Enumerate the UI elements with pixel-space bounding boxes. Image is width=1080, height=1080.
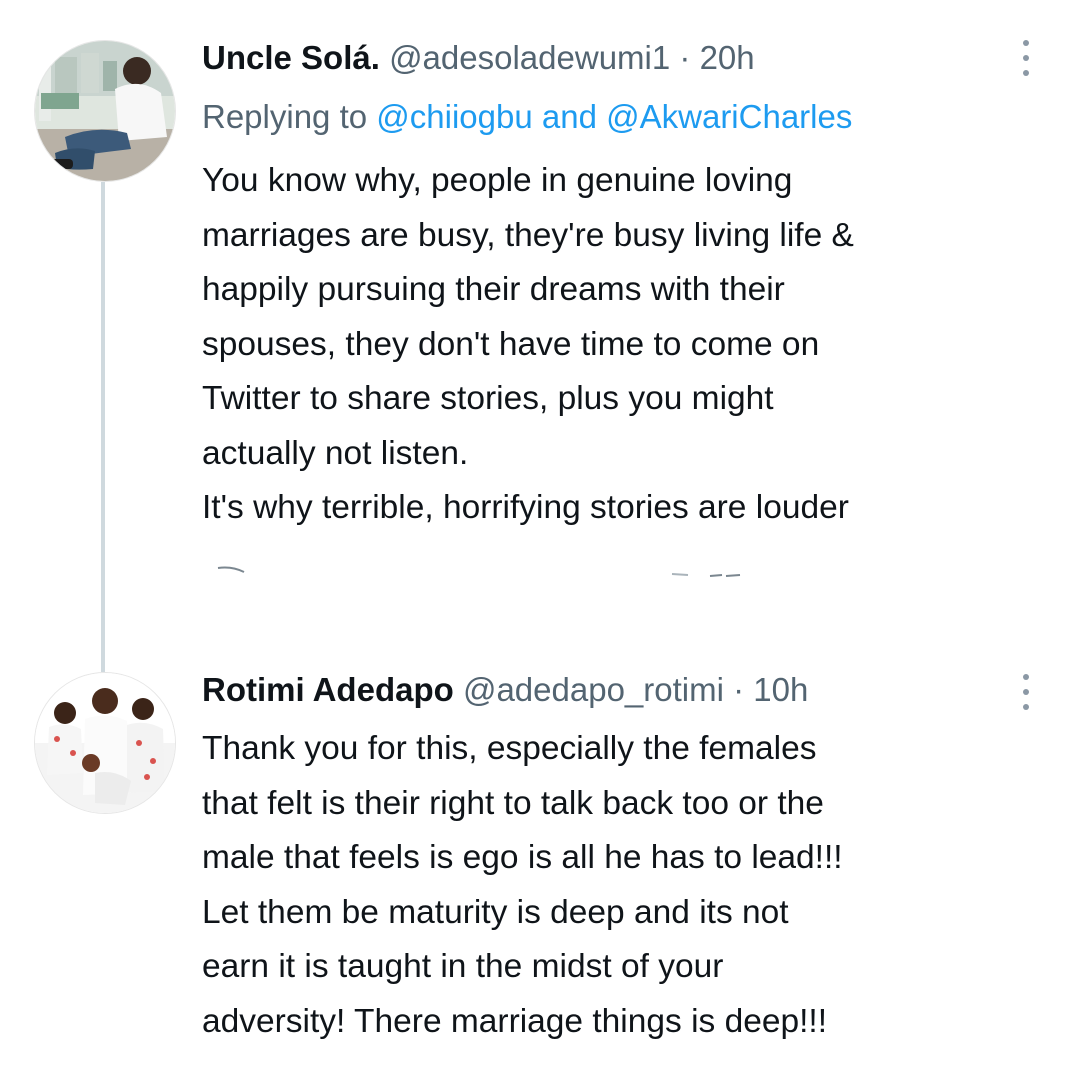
thread-connector-line [101,182,105,672]
tweet-text-line: that felt is their right to talk back to… [202,784,824,822]
timestamp[interactable]: 20h [700,39,755,76]
mention-link[interactable]: @AkwariCharles [606,98,852,135]
more-vertical-icon[interactable] [1016,672,1036,712]
tweet-text-line: earn it is taught in the midst of your [202,948,724,985]
tweet-text-line: happily pursuing their dreams with their [202,271,785,308]
tweet-text-line: marriages are busy, they're busy living … [202,216,854,254]
more-vertical-icon[interactable] [1016,38,1036,78]
replying-prefix: Replying to [202,98,368,135]
tweet-text-line: Twitter to share stories, plus you might [202,380,774,417]
replying-and: and [541,98,597,135]
mention-link[interactable]: @chiiogbu [376,98,532,135]
tweet-text-line: male that feels is ego is all he has to … [202,839,843,876]
conversation-thread: Uncle Solá. @adesoladewumi1 · 20h Replyi… [0,0,1080,1080]
avatar[interactable] [34,672,176,814]
display-name[interactable]: Uncle Solá. [202,39,380,76]
avatar[interactable] [34,40,176,182]
tweet-text-line: adversity! There marriage things is deep… [202,1002,828,1040]
cropped-text-fragment [217,566,741,577]
tweet-text-line: actually not listen. [202,434,469,472]
tweet-header: Uncle Solá. @adesoladewumi1 · 20h [202,36,755,80]
user-handle[interactable]: @adedapo_rotimi [463,671,724,708]
avatar-photo [35,673,175,813]
display-name[interactable]: Rotimi Adedapo [202,671,454,708]
tweet-text: You know why, people in genuine loving m… [202,154,1062,536]
tweet-text-line: Thank you for this, especially the femal… [202,730,817,767]
tweet-header: Rotimi Adedapo @adedapo_rotimi · 10h [202,668,808,712]
tweet-text-line: It's why terrible, horrifying stories ar… [202,489,849,526]
tweet-text-line: Let them be maturity is deep and its not [202,893,789,931]
timestamp[interactable]: 10h [753,671,808,708]
avatar-photo [35,41,175,181]
user-handle[interactable]: @adesoladewumi1 [389,39,670,76]
replying-to: Replying to @chiiogbu and @AkwariCharles [202,94,852,140]
separator-dot: · [733,671,745,708]
tweet-text: Thank you for this, especially the femal… [202,722,1042,1049]
separator-dot: · [679,39,691,76]
tweet-text-line: You know why, people in genuine loving [202,162,793,199]
tweet-text-line: spouses, they don't have time to come on [202,325,820,363]
